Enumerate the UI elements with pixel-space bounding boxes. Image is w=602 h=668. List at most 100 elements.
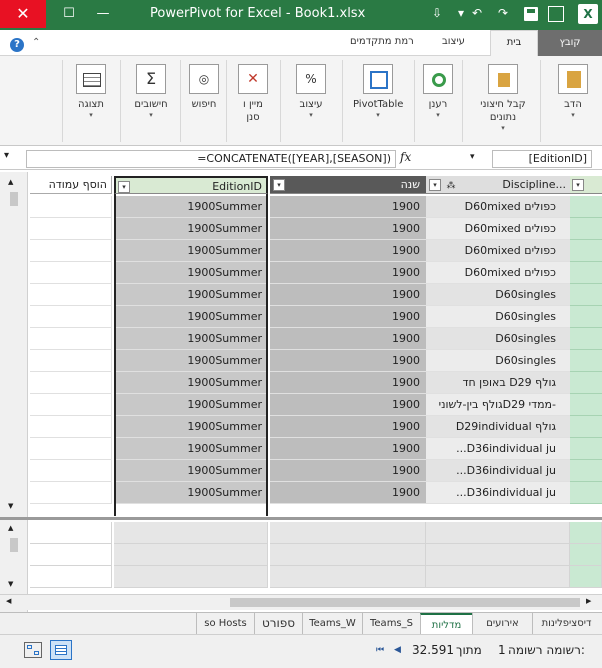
add-column-cell[interactable] — [30, 460, 112, 482]
tab-home[interactable]: בית — [490, 30, 538, 57]
add-column-cell[interactable] — [30, 438, 112, 460]
row-selector[interactable] — [570, 350, 602, 372]
year-cell[interactable]: 1900 — [270, 328, 426, 350]
year-cell[interactable]: 1900 — [270, 240, 426, 262]
year-cell[interactable]: 1900 — [270, 284, 426, 306]
discipline-cell[interactable]: D36individual ju... — [426, 482, 570, 504]
calc-cell[interactable] — [114, 544, 268, 566]
close-button[interactable]: ✕ — [0, 0, 46, 28]
row-selector[interactable] — [570, 306, 602, 328]
tab-sheet-events[interactable]: אירועים — [472, 613, 532, 634]
name-box-dropdown-icon[interactable]: ▾ — [470, 152, 475, 162]
tab-sheet-disciplines[interactable]: דיסציפלינות — [532, 613, 600, 634]
editionid-cell[interactable]: 1900Summer — [114, 372, 268, 394]
tab-advanced[interactable]: רמת מתקדמים — [350, 36, 414, 47]
calc-cell[interactable] — [30, 566, 112, 588]
add-column-cell[interactable] — [30, 482, 112, 504]
fx-icon[interactable]: fx — [400, 150, 411, 164]
discipline-cell[interactable]: D60singles — [426, 350, 570, 372]
discipline-cell[interactable]: D60singles — [426, 328, 570, 350]
scroll-down-icon[interactable]: ▼ — [8, 502, 13, 510]
discipline-filter-icon[interactable]: ▾ — [429, 179, 441, 191]
maximize-button[interactable]: ☐ — [54, 0, 84, 28]
row-selector[interactable] — [570, 284, 602, 306]
year-cell[interactable]: 1900 — [270, 460, 426, 482]
year-filter-icon[interactable]: ▾ — [273, 179, 285, 191]
editionid-cell[interactable]: 1900Summer — [114, 196, 268, 218]
editionid-cell[interactable]: 1900Summer — [114, 240, 268, 262]
data-view-icon[interactable] — [50, 640, 72, 660]
row-selector[interactable] — [570, 394, 602, 416]
row-selector[interactable] — [570, 460, 602, 482]
editionid-cell[interactable]: 1900Summer — [114, 218, 268, 240]
tab-file[interactable]: קובץ — [538, 30, 602, 56]
editionid-header[interactable]: ▾ EditionID — [114, 176, 268, 194]
add-column-cell[interactable] — [30, 240, 112, 262]
year-header[interactable]: ▾ שנה — [270, 176, 426, 194]
editionid-filter-icon[interactable]: ▾ — [118, 181, 130, 193]
editionid-cell[interactable]: 1900Summer — [114, 284, 268, 306]
calc-cell[interactable] — [270, 544, 426, 566]
year-cell[interactable]: 1900 — [270, 416, 426, 438]
discipline-cell[interactable]: כפולים D60mixed — [426, 240, 570, 262]
editionid-cell[interactable]: 1900Summer — [114, 416, 268, 438]
discipline-cell[interactable]: כפולים D60mixed — [426, 262, 570, 284]
row-selector[interactable] — [570, 482, 602, 504]
editionid-cell[interactable]: 1900Summer — [114, 262, 268, 284]
tab-design[interactable]: עיצוב — [442, 36, 465, 47]
editionid-cell[interactable]: 1900Summer — [114, 328, 268, 350]
year-cell[interactable]: 1900 — [270, 196, 426, 218]
discipline-cell[interactable]: כפולים D60mixed — [426, 196, 570, 218]
add-column-cell[interactable] — [30, 416, 112, 438]
discipline-cell[interactable]: גולף D29individual — [426, 416, 570, 438]
editionid-cell[interactable]: 1900Summer — [114, 460, 268, 482]
row-selector[interactable] — [570, 218, 602, 240]
format-button[interactable]: % עיצוב ▾ — [293, 64, 329, 119]
tab-sheet-teams-w[interactable]: Teams_W — [302, 613, 362, 634]
calc-cell[interactable] — [114, 522, 268, 544]
row-selector[interactable] — [570, 438, 602, 460]
save-icon[interactable] — [524, 7, 538, 21]
scroll-right-icon[interactable]: ▶ — [586, 597, 591, 605]
tab-sheet-medals[interactable]: מדליות — [420, 613, 472, 634]
vertical-scrollbar[interactable]: ▲ ▼ — [0, 172, 28, 517]
calc-cell[interactable] — [426, 544, 570, 566]
row-selector[interactable] — [570, 328, 602, 350]
formula-input[interactable]: =CONCATENATE([YEAR],[SEASON]) — [26, 150, 396, 168]
undo-icon[interactable]: ↶ — [472, 6, 482, 20]
discipline-cell[interactable]: -ממדי D29גולף בין-לשוני — [426, 394, 570, 416]
year-cell[interactable]: 1900 — [270, 350, 426, 372]
editionid-cell[interactable]: 1900Summer — [114, 306, 268, 328]
calc-cell[interactable] — [426, 522, 570, 544]
grid-splitter[interactable] — [0, 517, 602, 520]
get-external-data-button[interactable]: קבל חיצוני נתונים ▾ — [473, 64, 533, 132]
row-selector[interactable] — [570, 372, 602, 394]
scroll-thumb[interactable] — [10, 192, 18, 206]
add-column-cell[interactable] — [30, 306, 112, 328]
add-column-header[interactable]: הוסף עמודה — [30, 176, 112, 194]
help-icon[interactable]: ? — [10, 38, 24, 52]
row-selector-header[interactable]: ▾ — [570, 176, 602, 194]
row-selector[interactable] — [570, 196, 602, 218]
calc-cell[interactable] — [570, 544, 602, 566]
calc-cell[interactable] — [570, 522, 602, 544]
calc-cell[interactable] — [30, 522, 112, 544]
add-column-cell[interactable] — [30, 284, 112, 306]
view-button[interactable]: תצוגה ▾ — [73, 64, 109, 119]
year-cell[interactable]: 1900 — [270, 394, 426, 416]
add-column-cell[interactable] — [30, 372, 112, 394]
editionid-cell[interactable]: 1900Summer — [114, 438, 268, 460]
find-button[interactable]: ◎ חיפוש — [187, 64, 221, 111]
add-column-cell[interactable] — [30, 350, 112, 372]
horizontal-scrollbar[interactable]: ◀ ▶ — [0, 594, 602, 610]
paste-button[interactable]: הדב ▾ — [555, 64, 591, 119]
year-cell[interactable]: 1900 — [270, 218, 426, 240]
discipline-cell[interactable]: D36individual ju... — [426, 438, 570, 460]
row-selector[interactable] — [570, 262, 602, 284]
add-column-cell[interactable] — [30, 196, 112, 218]
collapse-ribbon-icon[interactable]: ⌃ — [32, 37, 40, 48]
calc-cell[interactable] — [270, 566, 426, 588]
sort-filter-button[interactable]: ✕ מיין ו סנן — [235, 64, 271, 124]
discipline-cell[interactable]: גולף D29 באופן חד — [426, 372, 570, 394]
name-box[interactable]: [EditionID] — [492, 150, 592, 168]
